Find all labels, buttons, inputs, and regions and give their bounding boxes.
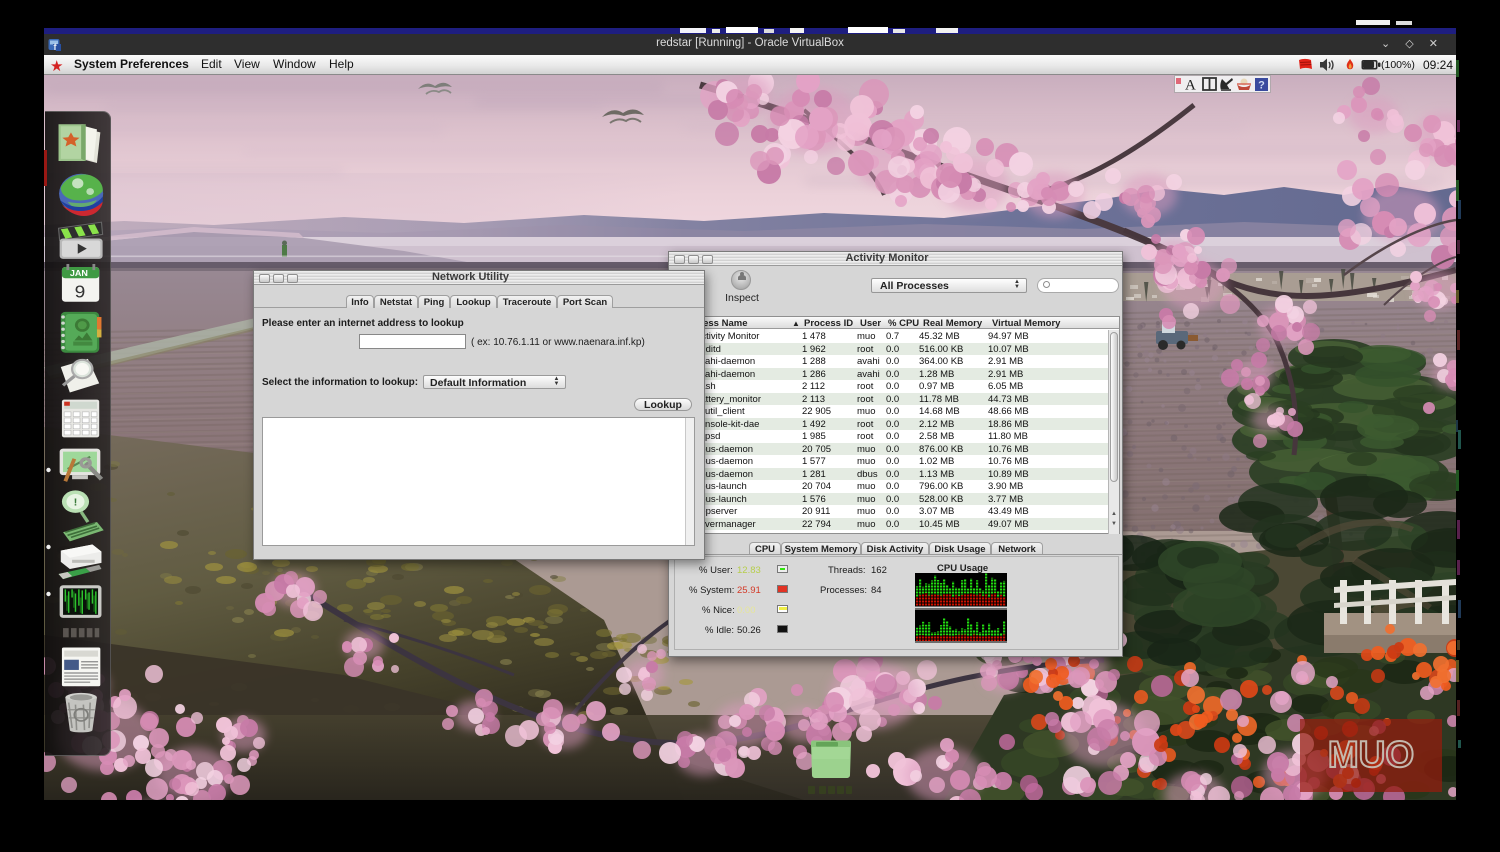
svg-text:9: 9: [75, 282, 86, 302]
svg-text:JAN: JAN: [70, 269, 88, 278]
svg-text:A: A: [1185, 78, 1196, 93]
svg-text:?: ?: [1258, 80, 1265, 92]
svg-text:!: !: [74, 497, 78, 508]
